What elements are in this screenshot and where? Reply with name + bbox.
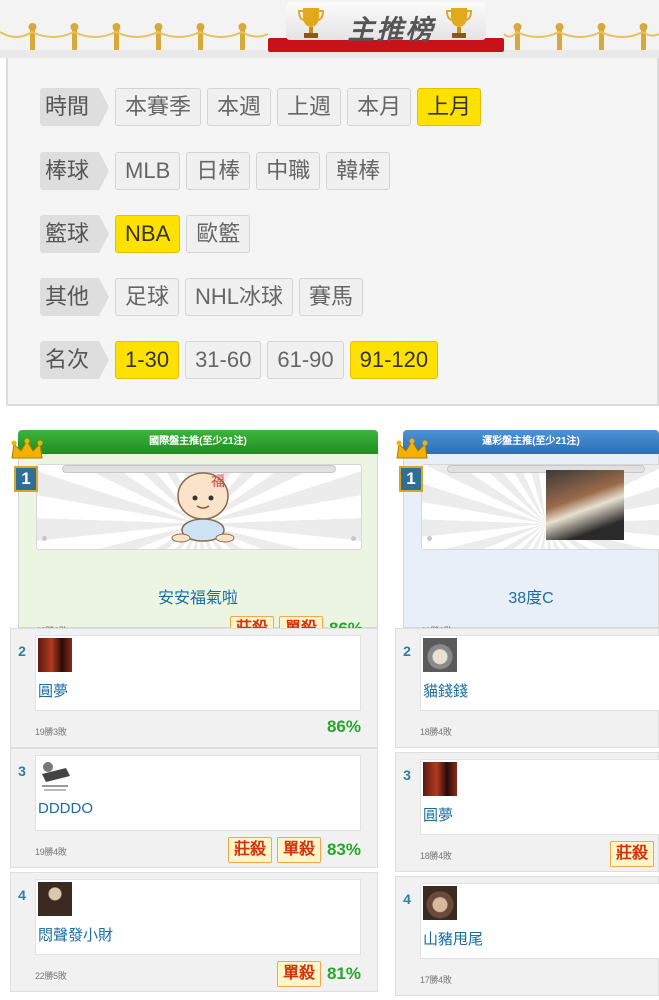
rank-1-badge: 1 xyxy=(399,466,423,492)
ranking-banner: 主推榜 xyxy=(0,0,659,58)
rank-number: 4 xyxy=(18,887,26,903)
page-title: 主推榜 xyxy=(347,15,435,45)
filter-option-mlb[interactable]: MLB xyxy=(115,152,181,190)
rank-number: 2 xyxy=(403,643,411,659)
filter-option-this-season[interactable]: 本賽季 xyxy=(115,88,202,126)
filter-option-cpbl[interactable]: 中職 xyxy=(256,152,321,190)
filter-row-other: 其他 足球 NHL冰球 賽馬 xyxy=(40,278,364,316)
leaderboard-sports-lottery: 運彩盤主推(至少21注) 38度C 21勝3敗 1 2 貓錢錢 18勝4敗 3 … xyxy=(395,430,659,1000)
filter-row-time: 時間 本賽季 本週 上週 本月 上月 xyxy=(40,88,482,126)
win-percentage: 86% xyxy=(326,717,361,736)
filter-option-npb[interactable]: 日棒 xyxy=(186,152,251,190)
tag-group: 莊殺 單殺 83% xyxy=(227,837,361,863)
win-loss-record: 22勝5敗 xyxy=(35,971,67,981)
filter-option-rank-61-90[interactable]: 61-90 xyxy=(267,341,344,379)
filter-row-baseball: 棒球 MLB 日棒 中職 韓棒 xyxy=(40,152,391,190)
crown-icon xyxy=(396,438,428,459)
win-loss-record: 19勝4敗 xyxy=(35,847,67,857)
win-loss-record: 17勝4敗 xyxy=(420,975,452,985)
entry-inner: 山豬甩尾 xyxy=(420,883,659,959)
baby-avatar-icon[interactable]: 福 xyxy=(167,466,239,544)
avatar[interactable] xyxy=(38,758,72,792)
filter-option-horse-racing[interactable]: 賽馬 xyxy=(299,278,364,316)
tag-banker-kill: 莊殺 xyxy=(227,837,272,863)
rank-entry[interactable]: 2 圓夢 19勝3敗 86% xyxy=(10,628,378,748)
column-header[interactable]: 運彩盤主推(至少21注) xyxy=(403,430,659,454)
user-name[interactable]: DDDDO xyxy=(38,800,93,817)
player-photo[interactable] xyxy=(546,470,624,540)
avatar[interactable] xyxy=(38,638,72,672)
filter-option-soccer[interactable]: 足球 xyxy=(115,278,180,316)
column-header[interactable]: 國際盤主推(至少21注) xyxy=(18,430,378,454)
tag-banker-kill: 莊殺 xyxy=(609,841,654,867)
filter-option-this-week[interactable]: 本週 xyxy=(207,88,272,126)
svg-text:福: 福 xyxy=(211,474,225,490)
filter-option-last-month[interactable]: 上月 xyxy=(417,88,482,126)
filter-option-nhl[interactable]: NHL冰球 xyxy=(185,278,294,316)
filter-row-rank: 名次 1-30 31-60 61-90 91-120 xyxy=(40,341,439,379)
avatar[interactable] xyxy=(423,762,457,796)
rank-number: 3 xyxy=(403,767,411,783)
win-loss-record: 19勝3敗 xyxy=(35,727,67,737)
filter-label-rank: 名次 xyxy=(40,341,110,379)
tag-group: 單殺 81% xyxy=(276,961,361,987)
tag-single-kill: 單殺 xyxy=(276,837,321,863)
filter-row-basketball: 籃球 NBA 歐籃 xyxy=(40,215,251,253)
filter-option-last-week[interactable]: 上週 xyxy=(277,88,342,126)
frame-dot xyxy=(427,536,432,541)
filter-panel: 時間 本賽季 本週 上週 本月 上月 棒球 MLB 日棒 中職 韓棒 籃球 NB… xyxy=(6,58,659,406)
entry-inner: 貓錢錢 xyxy=(420,635,659,711)
filter-label-baseball: 棒球 xyxy=(40,152,110,190)
rank-number: 2 xyxy=(18,643,26,659)
rank-entry[interactable]: 3 DDDDO 19勝4敗 莊殺 單殺 83% xyxy=(10,748,378,868)
tag-group: 86% xyxy=(326,717,361,737)
filter-label-other: 其他 xyxy=(40,278,110,316)
top-user-name[interactable]: 38度C xyxy=(404,584,658,608)
entry-inner: 悶聲發小財 xyxy=(35,879,361,955)
filter-option-kbo[interactable]: 韓棒 xyxy=(326,152,391,190)
rank-entry[interactable]: 4 悶聲發小財 22勝5敗 單殺 81% xyxy=(10,872,378,992)
crown-icon xyxy=(11,438,43,459)
rank-number: 4 xyxy=(403,891,411,907)
user-name[interactable]: 圓夢 xyxy=(38,680,68,701)
top-ranked-card[interactable]: 38度C 21勝3敗 xyxy=(403,454,659,636)
leaderboard-international: 國際盤主推(至少21注) 福 安安福氣啦 18勝3敗 莊殺 單殺 86% 1 xyxy=(10,430,378,1000)
win-loss-record: 18勝4敗 xyxy=(420,727,452,737)
filter-option-rank-91-120[interactable]: 91-120 xyxy=(349,341,439,379)
rank-entry[interactable]: 3 圓夢 18勝4敗 莊殺 xyxy=(395,752,659,872)
user-name[interactable]: 山豬甩尾 xyxy=(423,928,483,949)
win-percentage: 83% xyxy=(326,840,361,859)
filter-option-nba[interactable]: NBA xyxy=(115,215,181,253)
filter-option-rank-1-30[interactable]: 1-30 xyxy=(115,341,180,379)
tag-single-kill: 單殺 xyxy=(276,961,321,987)
filter-option-this-month[interactable]: 本月 xyxy=(347,88,412,126)
user-name[interactable]: 圓夢 xyxy=(423,804,453,825)
user-name[interactable]: 貓錢錢 xyxy=(423,680,468,701)
entry-inner: 圓夢 xyxy=(35,635,361,711)
entry-inner: DDDDO xyxy=(35,755,361,831)
filter-option-euroleague[interactable]: 歐籃 xyxy=(186,215,251,253)
entry-inner: 圓夢 xyxy=(420,759,659,835)
top-ranked-card[interactable]: 福 安安福氣啦 18勝3敗 莊殺 單殺 86% xyxy=(18,454,378,642)
avatar[interactable] xyxy=(423,886,457,920)
avatar[interactable] xyxy=(38,882,72,916)
avatar[interactable] xyxy=(423,638,457,672)
user-name[interactable]: 悶聲發小財 xyxy=(38,924,113,945)
filter-label-time: 時間 xyxy=(40,88,110,126)
filter-label-basketball: 籃球 xyxy=(40,215,110,253)
trophy-icon xyxy=(298,8,324,38)
top-user-name[interactable]: 安安福氣啦 xyxy=(19,584,377,608)
win-loss-record: 18勝4敗 xyxy=(420,851,452,861)
frame-dot xyxy=(42,536,47,541)
rank-number: 3 xyxy=(18,763,26,779)
filter-option-rank-31-60[interactable]: 31-60 xyxy=(185,341,262,379)
tag-group: 莊殺 xyxy=(609,841,654,867)
frame-dot xyxy=(351,536,356,541)
banner-title-plate: 主推榜 xyxy=(268,0,504,52)
rank-entry[interactable]: 4 山豬甩尾 17勝4敗 xyxy=(395,876,659,996)
rank-1-badge: 1 xyxy=(14,466,38,492)
win-percentage: 81% xyxy=(326,964,361,983)
rank-entry[interactable]: 2 貓錢錢 18勝4敗 xyxy=(395,628,659,748)
